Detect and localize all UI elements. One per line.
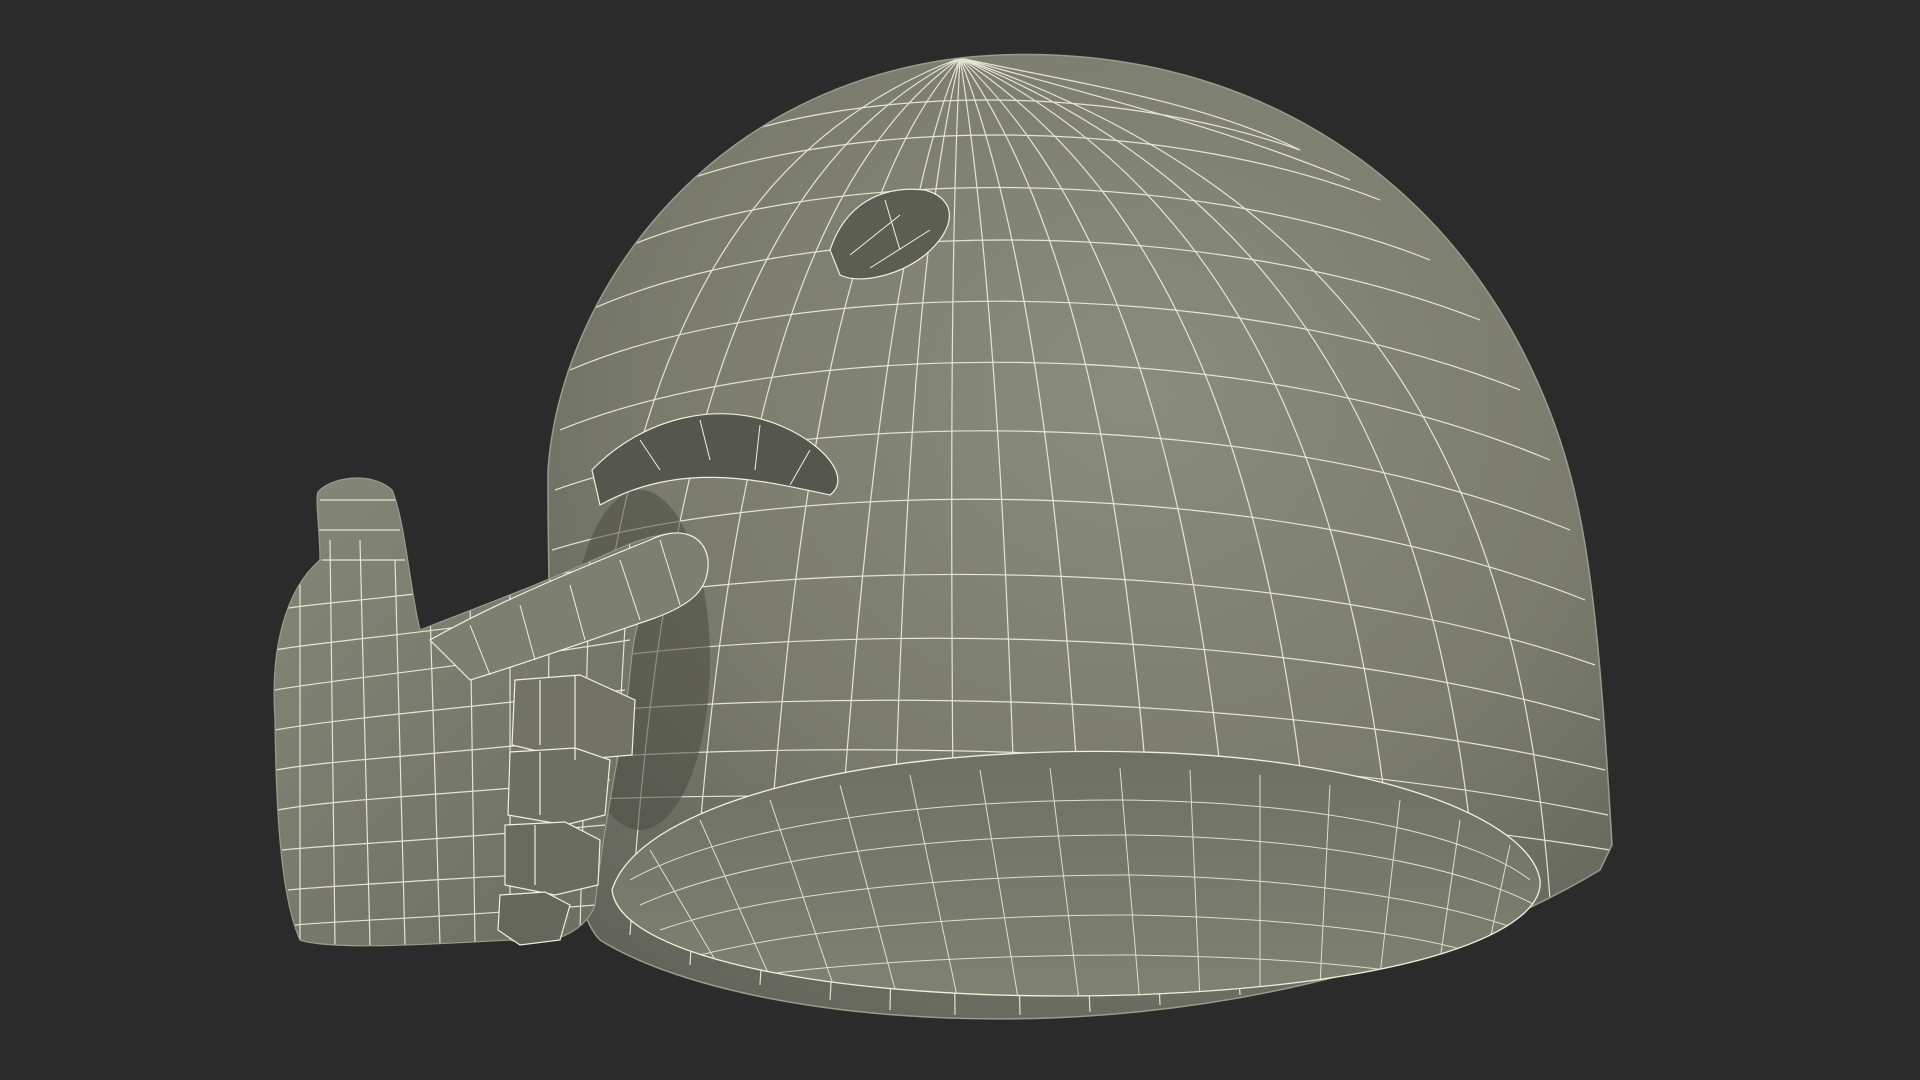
wireframe-render-viewport	[0, 0, 1920, 1080]
